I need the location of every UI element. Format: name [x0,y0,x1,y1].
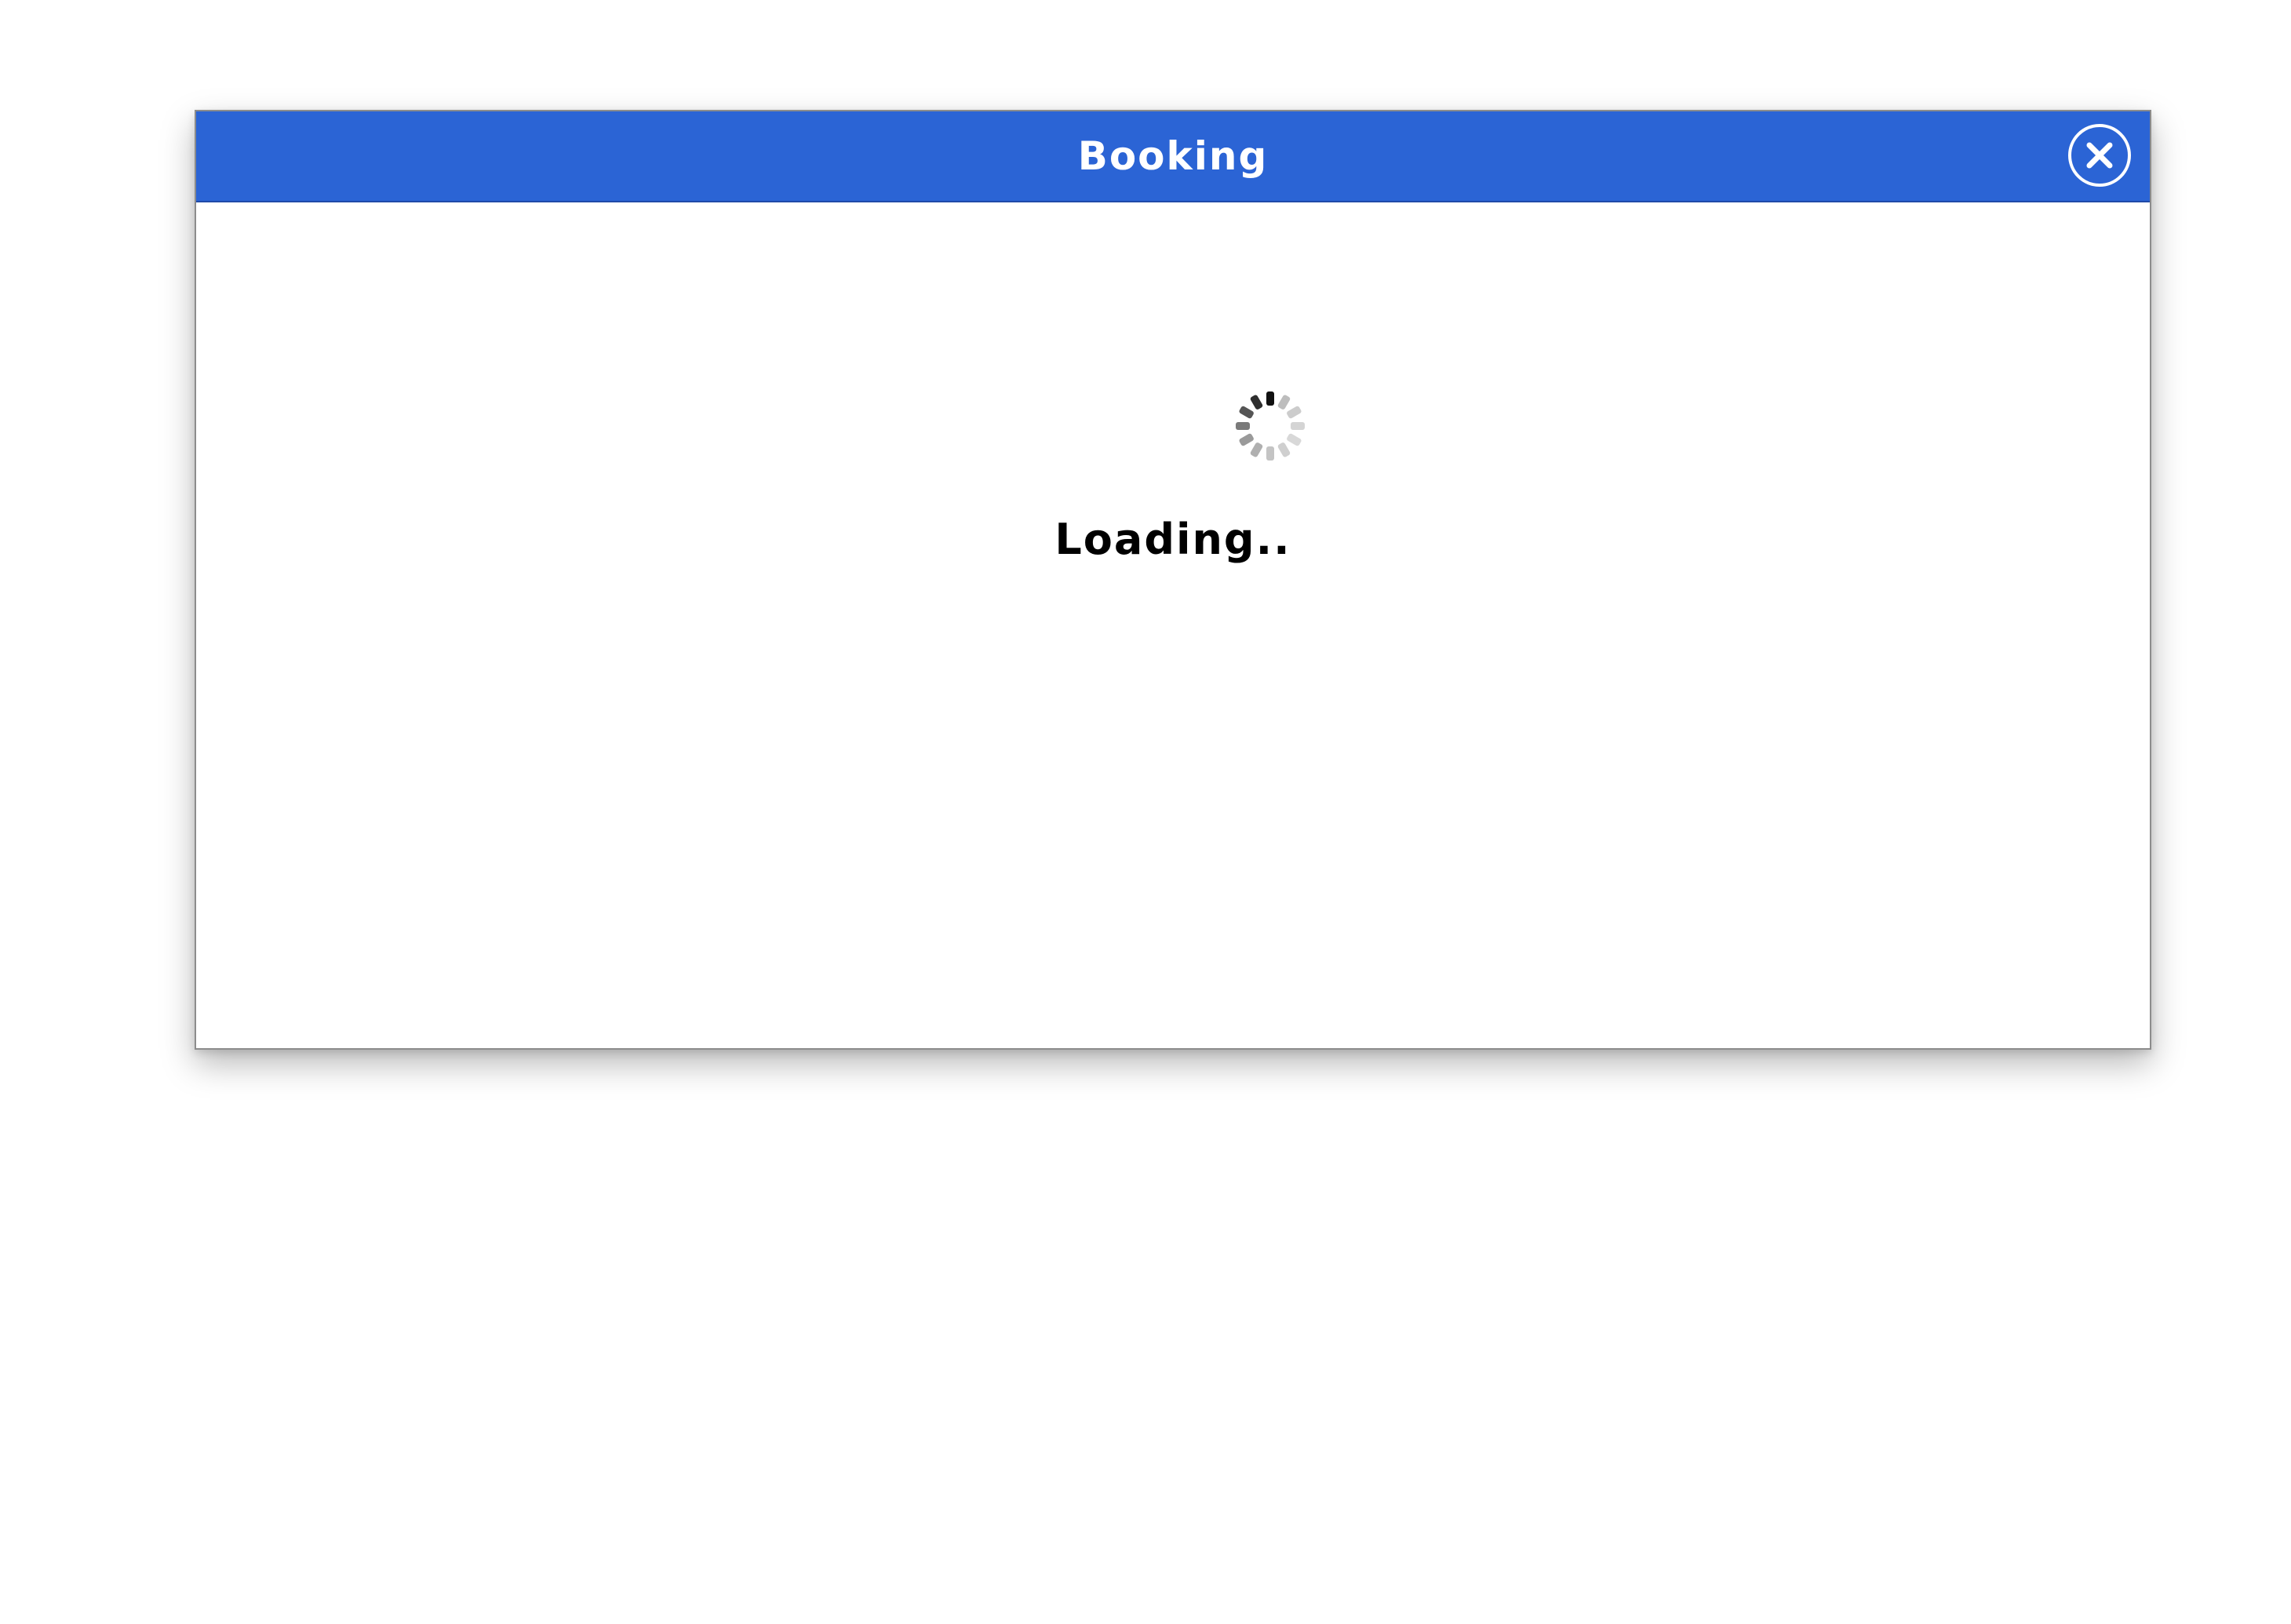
loading-text: Loading.. [1054,515,1291,564]
dialog-content: Loading.. [196,202,2150,1048]
booking-dialog: Booking Loading.. [195,110,2151,1050]
close-button[interactable] [2068,124,2131,187]
close-icon [2086,142,2113,169]
spinner-icon [1236,391,1305,461]
dialog-title: Booking [1077,133,1269,179]
dialog-titlebar: Booking [196,111,2150,202]
